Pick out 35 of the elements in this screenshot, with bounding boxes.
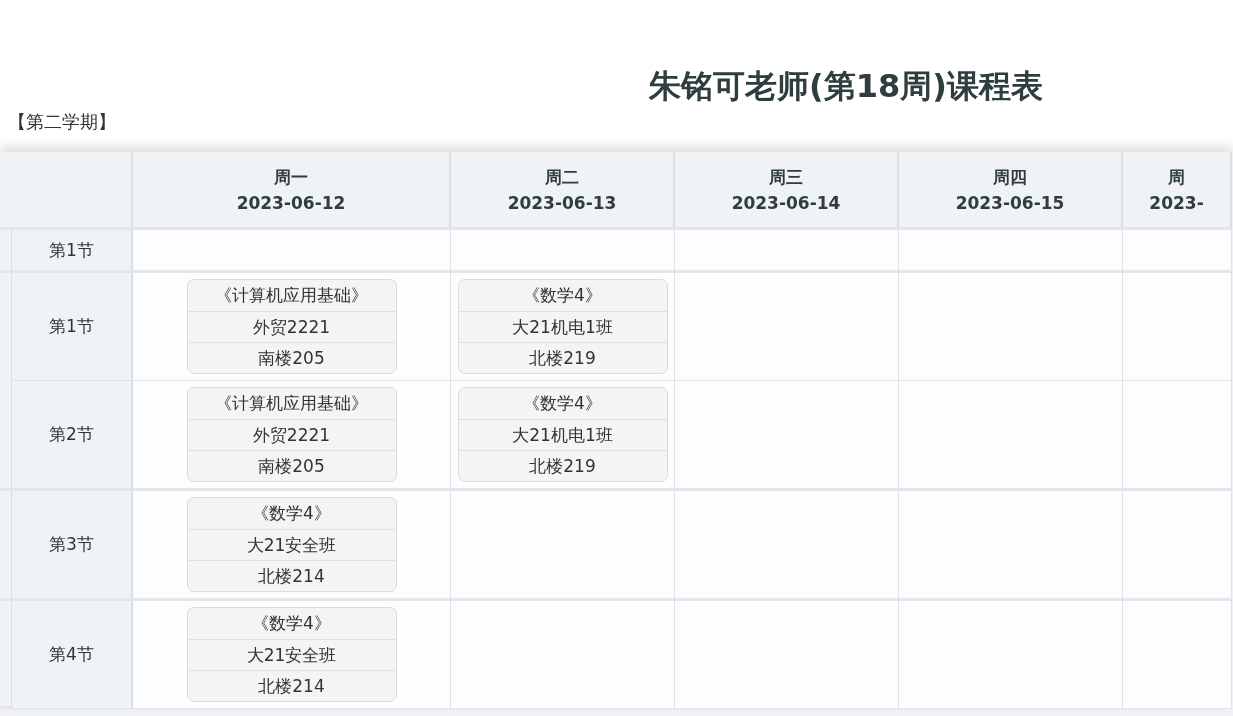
semester-label: 【第二学期】 [8,110,116,134]
course-name: 《计算机应用基础》 [214,284,369,307]
class-name: 大21安全班 [187,529,396,560]
weekday: 周二 [545,165,579,189]
period-label: 第1节 [49,238,94,262]
classroom: 南楼205 [187,450,396,481]
date: 2023-06-12 [236,191,346,215]
date: 2023-06-15 [955,191,1065,215]
class-name: 外贸2221 [187,419,396,450]
course-name: 《计算机应用基础》 [214,392,369,415]
course-name: 《数学4》 [522,284,603,307]
classroom: 北楼214 [187,670,396,701]
date: 2023-06-14 [731,191,841,215]
classroom: 北楼219 [458,450,667,481]
class-name: 大21机电1班 [458,419,667,450]
period-label: 第4节 [49,643,94,666]
period-label: 第1节 [49,315,94,338]
weekday: 周一 [274,165,308,189]
class-name: 大21机电1班 [458,311,667,342]
period-label: 第3节 [49,533,94,556]
period-label: 第2节 [49,423,94,446]
class-name: 大21安全班 [187,639,396,670]
date: 2023- [1149,191,1204,215]
weekday: 周 [1168,165,1185,189]
classroom: 北楼214 [187,560,396,591]
course-name: 《数学4》 [251,502,332,525]
page-title: 朱铭可老师(第18周)课程表 [647,66,1044,107]
classroom: 北楼219 [458,342,667,373]
course-name: 《数学4》 [251,612,332,635]
weekday: 周四 [993,165,1027,189]
weekday: 周三 [769,165,803,189]
course-name: 《数学4》 [522,392,603,415]
date: 2023-06-13 [507,191,617,215]
classroom: 南楼205 [187,342,396,373]
class-name: 外贸2221 [187,311,396,342]
